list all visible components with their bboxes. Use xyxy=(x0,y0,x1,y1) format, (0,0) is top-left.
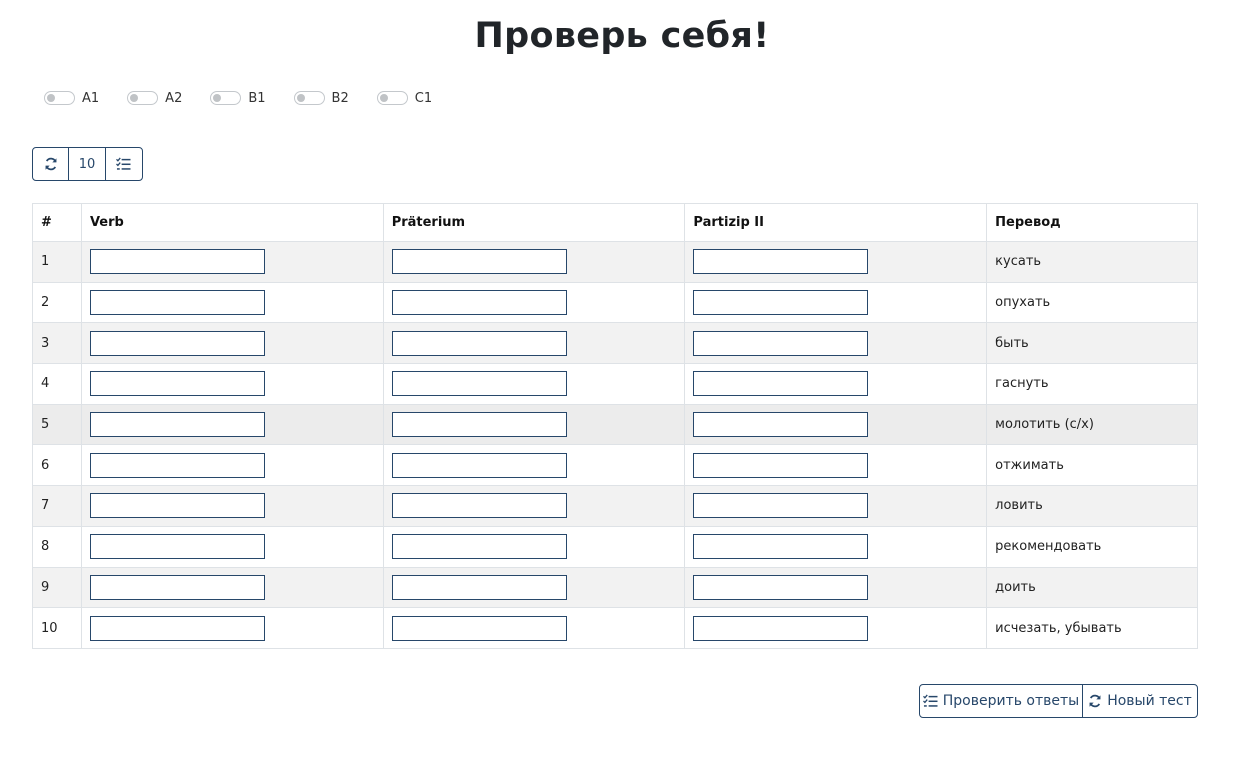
prateritum-input[interactable] xyxy=(391,534,567,560)
prateritum-input[interactable] xyxy=(391,412,567,438)
table-row: 10 исчезать, убывать xyxy=(32,607,1198,649)
partizip-input[interactable] xyxy=(693,615,869,641)
header-translation: Перевод xyxy=(986,203,1198,242)
toolbar-button-group: 10 xyxy=(32,147,143,181)
table-row: 8 рекомендовать xyxy=(32,525,1198,568)
verbs-table: # Verb Präterium Partizip II Перевод 1 к… xyxy=(32,203,1198,649)
prateritum-input[interactable] xyxy=(391,371,567,397)
check-answers-label: Проверить ответы xyxy=(942,693,1080,709)
toggle-switch[interactable] xyxy=(376,91,408,105)
translation-cell: кусать xyxy=(986,241,1198,283)
translation-cell: отжимать xyxy=(986,444,1198,487)
level-label: B2 xyxy=(331,90,349,106)
toggle-switch[interactable] xyxy=(210,91,242,105)
row-number: 3 xyxy=(32,322,82,365)
verb-input[interactable] xyxy=(89,249,265,275)
actions-button-group: Проверить ответы Новый тест xyxy=(919,684,1198,718)
row-number: 6 xyxy=(32,444,82,487)
translation-cell: опухать xyxy=(986,281,1198,324)
table-header-row: # Verb Präterium Partizip II Перевод xyxy=(32,203,1198,242)
level-toggle-a1[interactable]: A1 xyxy=(44,89,99,107)
check-answers-button[interactable]: Проверить ответы xyxy=(920,685,1082,717)
level-filters: A1 A2 B1 B2 C1 xyxy=(44,89,460,107)
level-label: A1 xyxy=(82,90,100,106)
verb-input[interactable] xyxy=(89,493,265,519)
row-number: 8 xyxy=(32,525,82,568)
prateritum-input[interactable] xyxy=(391,615,567,641)
table-row: 2 опухать xyxy=(32,281,1198,324)
partizip-input[interactable] xyxy=(693,534,869,560)
translation-cell: ловить xyxy=(986,485,1198,527)
table-row: 6 отжимать xyxy=(32,444,1198,487)
table-row: 7 ловить xyxy=(32,485,1198,527)
partizip-input[interactable] xyxy=(693,290,869,316)
table-row: 3 быть xyxy=(32,322,1198,365)
verb-input[interactable] xyxy=(89,452,265,478)
checklist-button[interactable] xyxy=(106,148,142,180)
row-number: 1 xyxy=(32,241,82,283)
header-prateritum: Präterium xyxy=(382,203,686,242)
partizip-input[interactable] xyxy=(693,574,869,600)
table-row: 5 молотить (с/х) xyxy=(32,403,1198,446)
translation-cell: рекомендовать xyxy=(986,525,1198,568)
header-number: # xyxy=(32,203,82,242)
prateritum-input[interactable] xyxy=(391,452,567,478)
checklist-icon xyxy=(116,157,131,170)
header-verb: Verb xyxy=(80,203,384,242)
partizip-input[interactable] xyxy=(693,330,869,356)
level-toggle-b1[interactable]: B1 xyxy=(210,89,266,107)
table-row: 9 доить xyxy=(32,566,1198,609)
new-test-button[interactable]: Новый тест xyxy=(1082,685,1197,717)
header-partizip: Partizip II xyxy=(684,203,988,242)
verb-input[interactable] xyxy=(89,534,265,560)
level-toggle-a2[interactable]: A2 xyxy=(127,89,182,107)
refresh-icon xyxy=(45,157,57,171)
prateritum-input[interactable] xyxy=(391,249,567,275)
refresh-icon xyxy=(1089,694,1101,708)
translation-cell: быть xyxy=(986,322,1198,365)
partizip-input[interactable] xyxy=(693,249,869,275)
prateritum-input[interactable] xyxy=(391,330,567,356)
translation-cell: исчезать, убывать xyxy=(986,607,1198,649)
toggle-switch[interactable] xyxy=(293,91,325,105)
partizip-input[interactable] xyxy=(693,493,869,519)
question-count-button[interactable]: 10 xyxy=(69,148,106,180)
partizip-input[interactable] xyxy=(693,412,869,438)
level-label: A2 xyxy=(165,90,183,106)
translation-cell: доить xyxy=(986,566,1198,609)
partizip-input[interactable] xyxy=(693,371,869,397)
verb-input[interactable] xyxy=(89,330,265,356)
verb-input[interactable] xyxy=(89,371,265,397)
row-number: 4 xyxy=(32,363,82,405)
verb-input[interactable] xyxy=(89,574,265,600)
translation-cell: гаснуть xyxy=(986,363,1198,405)
prateritum-input[interactable] xyxy=(391,290,567,316)
page-title: Проверь себя! xyxy=(474,16,770,56)
verb-input[interactable] xyxy=(89,412,265,438)
row-number: 10 xyxy=(32,607,82,649)
verb-input[interactable] xyxy=(89,290,265,316)
row-number: 7 xyxy=(32,485,82,527)
row-number: 9 xyxy=(32,566,82,609)
refresh-button[interactable] xyxy=(33,148,70,180)
table-row: 4 гаснуть xyxy=(32,363,1198,405)
row-number: 2 xyxy=(32,281,82,324)
prateritum-input[interactable] xyxy=(391,493,567,519)
table-row: 1 кусать xyxy=(32,241,1198,283)
level-toggle-b2[interactable]: B2 xyxy=(293,89,349,107)
level-label: C1 xyxy=(414,90,433,106)
new-test-label: Новый тест xyxy=(1107,693,1192,709)
toggle-switch[interactable] xyxy=(44,91,75,105)
prateritum-input[interactable] xyxy=(391,574,567,600)
checklist-icon xyxy=(922,694,938,707)
level-label: B1 xyxy=(248,90,266,106)
partizip-input[interactable] xyxy=(693,452,869,478)
translation-cell: молотить (с/х) xyxy=(986,403,1198,446)
toggle-switch[interactable] xyxy=(127,91,159,105)
level-toggle-c1[interactable]: C1 xyxy=(376,89,433,107)
verb-input[interactable] xyxy=(89,615,265,641)
row-number: 5 xyxy=(32,403,82,446)
